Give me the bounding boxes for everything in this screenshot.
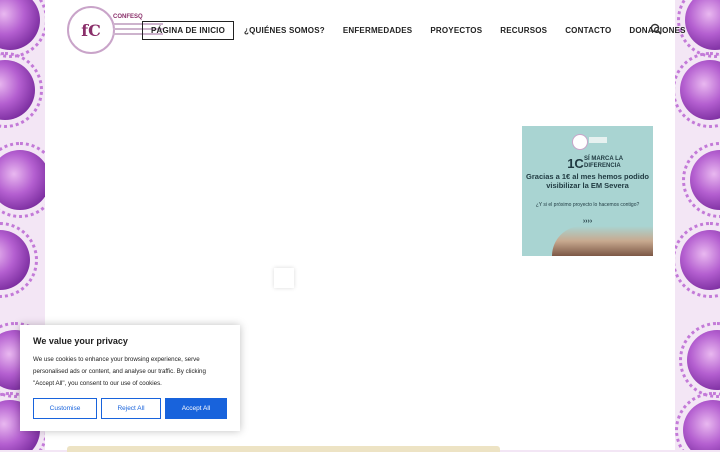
ad-logo-text — [589, 137, 607, 143]
virus-decoration — [0, 222, 38, 298]
donation-ad-banner[interactable]: 1C SÍ MARCA LA DIFERENCIA Gracias a 1€ a… — [522, 126, 653, 256]
background-decoration-right — [675, 0, 720, 450]
ad-sub-text: ¿Y si el próximo proyecto lo hacemos con… — [535, 202, 640, 208]
ad-small-text: SÍ MARCA LA DIFERENCIA — [584, 156, 623, 169]
main-nav: PÁGINA DE INICIO ¿QUIÉNES SOMOS? ENFERME… — [142, 21, 696, 40]
nav-item-enfermedades[interactable]: ENFERMEDADES — [335, 22, 421, 39]
cookie-title: We value your privacy — [33, 336, 128, 346]
site-header: fC CONFESQ PÁGINA DE INICIO ¿QUIÉNES SOM… — [45, 0, 685, 58]
ad-main-text: Gracias a 1€ al mes hemos podido visibil… — [526, 172, 649, 190]
logo-title: CONFESQ — [113, 14, 143, 20]
reject-all-button[interactable]: Reject All — [101, 398, 161, 419]
loading-placeholder — [274, 268, 294, 288]
cookie-consent-dialog: We value your privacy We use cookies to … — [20, 325, 240, 431]
virus-decoration — [682, 142, 720, 218]
ad-arrows: ›››› — [582, 218, 593, 225]
nav-item-proyectos[interactable]: PROYECTOS — [422, 22, 490, 39]
nav-item-recursos[interactable]: RECURSOS — [492, 22, 555, 39]
virus-decoration — [0, 142, 45, 218]
nav-item-contacto[interactable]: CONTACTO — [557, 22, 619, 39]
cookie-description: We use cookies to enhance your browsing … — [33, 356, 206, 387]
site-logo[interactable]: fC — [67, 6, 115, 54]
virus-decoration — [675, 52, 720, 128]
virus-decoration — [0, 0, 45, 58]
nav-item-inicio[interactable]: PÁGINA DE INICIO — [142, 21, 235, 40]
nav-item-quienes-somos[interactable]: ¿QUIÉNES SOMOS? — [236, 22, 333, 39]
customise-button[interactable]: Customise — [33, 398, 97, 419]
bottom-banner — [67, 446, 500, 452]
search-icon[interactable] — [650, 23, 662, 35]
virus-decoration — [675, 222, 720, 298]
virus-decoration — [675, 392, 720, 450]
virus-decoration — [679, 322, 720, 398]
ad-hands-image — [552, 226, 653, 256]
ad-logo — [572, 134, 588, 150]
accept-all-button[interactable]: Accept All — [165, 398, 227, 419]
logo-mark: fC — [81, 20, 101, 40]
virus-decoration — [0, 52, 43, 128]
